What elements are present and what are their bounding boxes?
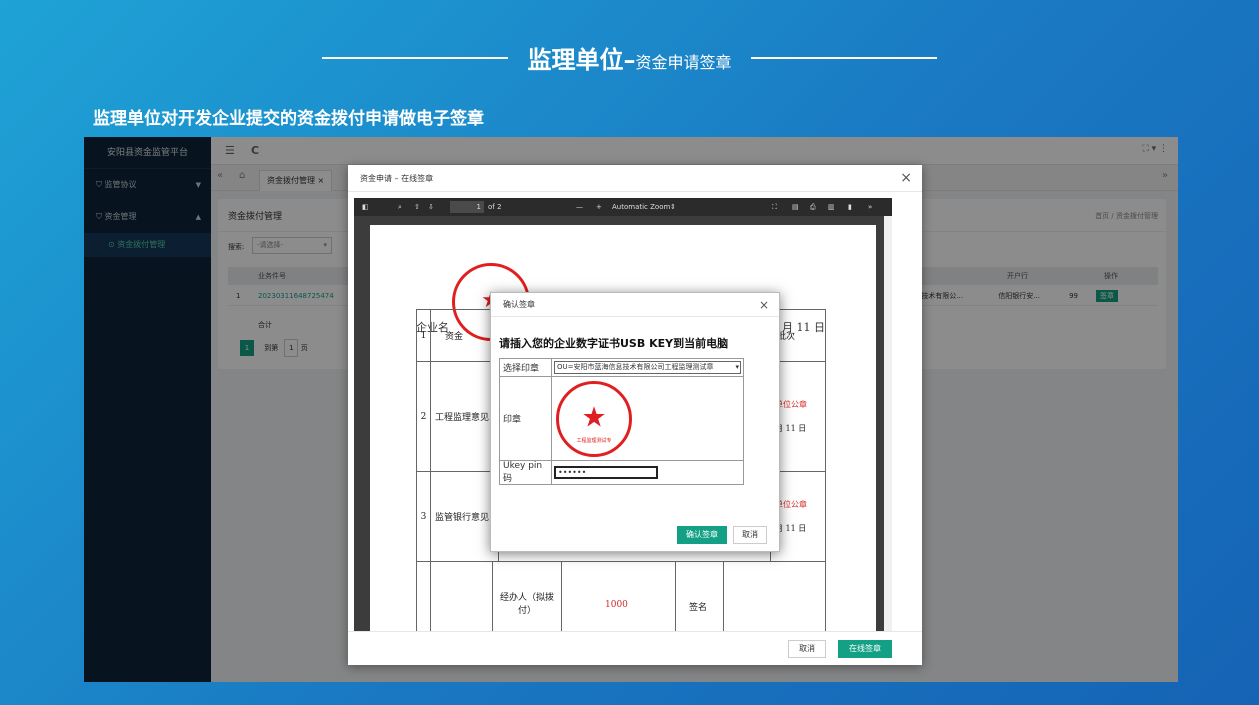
seal-label: 印章 <box>499 376 552 461</box>
modal-header: 资金申请 – 在线签章 × <box>348 165 922 192</box>
doc-row-date: 月 11 日 <box>775 523 807 533</box>
slide-title-sep: – <box>623 45 636 74</box>
pdf-scrollbar[interactable] <box>884 216 892 631</box>
doc-row-no: 2 <box>416 361 431 472</box>
doc-amount: 1000 <box>605 600 628 610</box>
slide-subtitle: 监理单位对开发企业提交的资金拨付申请做电子签章 <box>93 109 484 129</box>
doc-seal-text: 单位公章 <box>775 499 807 509</box>
close-icon[interactable]: × <box>900 165 912 192</box>
zoom-in-icon[interactable]: + <box>596 198 602 216</box>
pdf-toolbar: ◧ ⌕ ⇧ ⇩ 1 of 2 — + Automatic Zoom ⇕ ⛶ ▤ … <box>354 198 892 216</box>
dialog-prompt: 请插入您的企业数字证书USB KEY到当前电脑 <box>499 337 729 350</box>
doc-row-label: 监管银行意见 <box>430 471 499 562</box>
slide-title-text: 监理单位–资金申请签章 <box>527 40 731 75</box>
seal-select-value: OU=安阳市蓝海信息技术有限公司工程监理测试章 <box>557 363 714 371</box>
seal-select[interactable]: OU=安阳市蓝海信息技术有限公司工程监理测试章 ▾ <box>554 361 741 374</box>
modal-title: 资金申请 – 在线签章 <box>360 174 434 183</box>
pdf-page-total: of 2 <box>488 203 502 211</box>
dialog-form: 选择印章 OU=安阳市蓝海信息技术有限公司工程监理测试章 ▾ 印章 ★ 工程监理测… <box>499 358 744 485</box>
fullscreen-icon[interactable]: ⛶ <box>772 198 777 216</box>
pin-label: Ukey pin码 <box>499 460 552 485</box>
more-tools-icon[interactable]: » <box>868 198 872 216</box>
chevron-down-icon: ▾ <box>735 362 739 373</box>
print-icon[interactable]: ⎙ <box>810 198 816 216</box>
sidebar-toggle-icon[interactable]: ◧ <box>362 198 369 216</box>
bookmark-icon[interactable]: ▮ <box>848 198 852 216</box>
modal-footer: 取消 在线签章 <box>348 631 922 665</box>
dialog-cancel-button[interactable]: 取消 <box>733 526 767 544</box>
doc-row-no: 3 <box>416 471 431 562</box>
slide-title: 监理单位–资金申请签章 <box>0 40 1259 75</box>
dialog-header: 确认签章 × <box>491 293 779 317</box>
pin-input[interactable]: •••••• <box>554 466 658 479</box>
arrow-up-icon[interactable]: ⇧ <box>414 198 420 216</box>
doc-row-no: 1 <box>416 309 431 362</box>
open-file-icon[interactable]: ▤ <box>792 198 799 216</box>
zoom-out-icon[interactable]: — <box>576 198 583 216</box>
chevron-down-icon: ⇕ <box>670 203 676 211</box>
dialog-title: 确认签章 <box>503 300 535 309</box>
search-icon[interactable]: ⌕ <box>398 198 402 216</box>
arrow-down-icon[interactable]: ⇩ <box>428 198 434 216</box>
pin-value: •••••• <box>558 468 587 477</box>
doc-row-date: 月 11 日 <box>775 423 807 433</box>
confirm-sign-dialog: 确认签章 × 请插入您的企业数字证书USB KEY到当前电脑 选择印章 OU=安… <box>490 292 780 552</box>
confirm-sign-button[interactable]: 确认签章 <box>677 526 727 544</box>
doc-row-label: 资金 <box>430 309 499 362</box>
doc-handler-label: 经办人（拟拨付） <box>499 593 554 616</box>
pdf-zoom-select[interactable]: Automatic Zoom <box>612 198 670 216</box>
cancel-button[interactable]: 取消 <box>788 640 826 658</box>
seal-bottom-text: 工程监理测试专 <box>576 438 612 444</box>
seal-select-label: 选择印章 <box>499 358 552 377</box>
slide-title-sub: 资金申请签章 <box>635 53 732 72</box>
app-window: 安阳县资金监管平台 ⛉ 监管协议 ▼ ⛉ 资金管理 ▲ ⊙ 资金拨付管理 ☰ C… <box>84 137 1178 682</box>
slide-title-main: 监理单位 <box>527 45 624 74</box>
doc-row-label: 工程监理意见 <box>430 361 499 472</box>
pdf-page-input[interactable]: 1 <box>450 201 484 213</box>
doc-seal-text: 单位公章 <box>775 399 807 409</box>
download-icon[interactable]: ▥ <box>828 198 835 216</box>
title-line-left <box>322 56 509 59</box>
title-line-right <box>750 56 937 59</box>
close-icon[interactable]: × <box>759 293 769 317</box>
doc-sign-label: 签名 <box>689 603 708 613</box>
selected-seal-image: ★ 工程监理测试专 <box>556 381 632 457</box>
online-sign-button[interactable]: 在线签章 <box>838 640 892 658</box>
